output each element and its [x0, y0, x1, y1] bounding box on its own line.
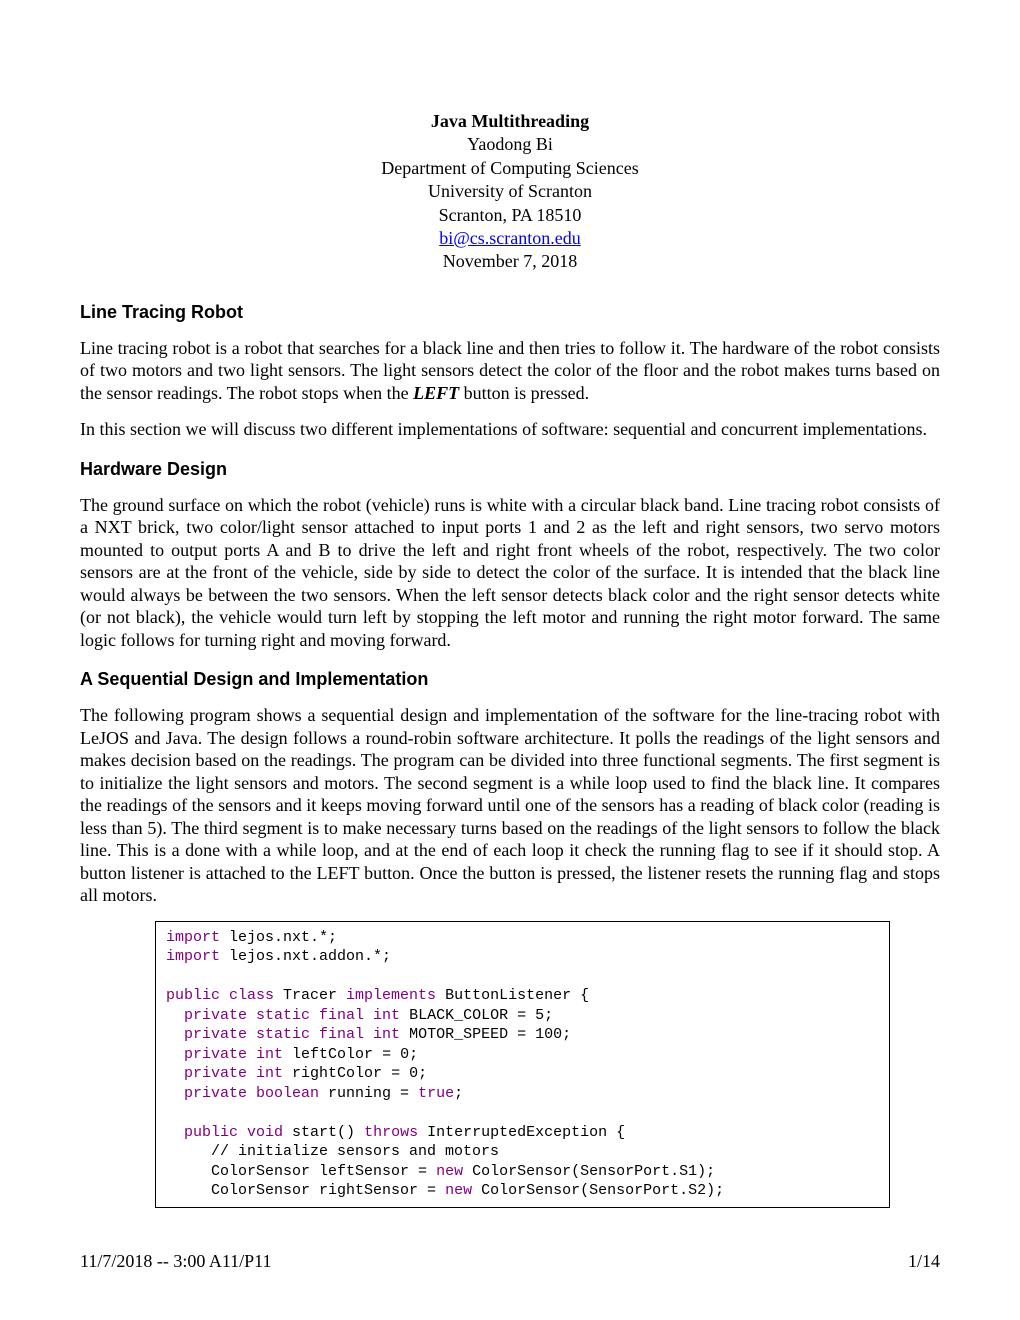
code-keyword: new	[436, 1163, 463, 1180]
section-heading-line-tracing: Line Tracing Robot	[80, 302, 940, 323]
code-text: ;	[454, 1085, 463, 1102]
code-text: leftColor = 0;	[283, 1046, 418, 1063]
code-text: ColorSensor(SensorPort.S1);	[463, 1163, 715, 1180]
emphasis-left: LEFT	[413, 383, 459, 403]
footer-timestamp: 11/7/2018 -- 3:00 A11/P11	[80, 1251, 272, 1272]
code-keyword: private boolean	[184, 1085, 319, 1102]
code-keyword: import	[166, 948, 220, 965]
code-keyword: true	[418, 1085, 454, 1102]
code-comment: // initialize sensors and motors	[211, 1143, 499, 1160]
paragraph: Line tracing robot is a robot that searc…	[80, 337, 940, 405]
department: Department of Computing Sciences	[80, 157, 940, 180]
page-footer: 11/7/2018 -- 3:00 A11/P11 1/14	[80, 1251, 940, 1272]
page-content: Java Multithreading Yaodong Bi Departmen…	[0, 0, 1020, 1268]
footer-page-number: 1/14	[908, 1251, 940, 1272]
code-text: start()	[283, 1124, 364, 1141]
code-keyword: private int	[184, 1046, 283, 1063]
code-text: Tracer	[274, 987, 346, 1004]
author-name: Yaodong Bi	[80, 133, 940, 156]
code-keyword: private static final int	[184, 1026, 400, 1043]
code-text: lejos.nxt.addon.*;	[220, 948, 391, 965]
code-text: rightColor = 0;	[283, 1065, 427, 1082]
document-header: Java Multithreading Yaodong Bi Departmen…	[80, 110, 940, 274]
code-keyword: import	[166, 929, 220, 946]
code-text: lejos.nxt.*;	[220, 929, 337, 946]
code-text: BLACK_COLOR = 5;	[400, 1007, 553, 1024]
code-keyword: public void	[184, 1124, 283, 1141]
code-text: ColorSensor rightSensor =	[211, 1182, 445, 1199]
city-state: Scranton, PA 18510	[80, 204, 940, 227]
section-heading-sequential: A Sequential Design and Implementation	[80, 669, 940, 690]
code-keyword: implements	[346, 987, 436, 1004]
code-keyword: public class	[166, 987, 274, 1004]
paragraph: In this section we will discuss two diff…	[80, 418, 940, 441]
text: button is pressed.	[459, 383, 589, 403]
code-keyword: private int	[184, 1065, 283, 1082]
code-block: import lejos.nxt.*; import lejos.nxt.add…	[155, 921, 890, 1208]
paragraph: The following program shows a sequential…	[80, 704, 940, 907]
code-text: InterruptedException {	[418, 1124, 625, 1141]
code-text: ColorSensor(SensorPort.S2);	[472, 1182, 724, 1199]
code-text: running =	[319, 1085, 418, 1102]
university: University of Scranton	[80, 180, 940, 203]
code-keyword: throws	[364, 1124, 418, 1141]
code-text: MOTOR_SPEED = 100;	[400, 1026, 571, 1043]
section-heading-hardware: Hardware Design	[80, 459, 940, 480]
code-keyword: private static final int	[184, 1007, 400, 1024]
paragraph: The ground surface on which the robot (v…	[80, 494, 940, 652]
document-date: November 7, 2018	[80, 250, 940, 273]
document-title: Java Multithreading	[80, 110, 940, 133]
code-text: ColorSensor leftSensor =	[211, 1163, 436, 1180]
code-keyword: new	[445, 1182, 472, 1199]
email-link[interactable]: bi@cs.scranton.edu	[439, 228, 581, 248]
code-text: ButtonListener {	[436, 987, 589, 1004]
